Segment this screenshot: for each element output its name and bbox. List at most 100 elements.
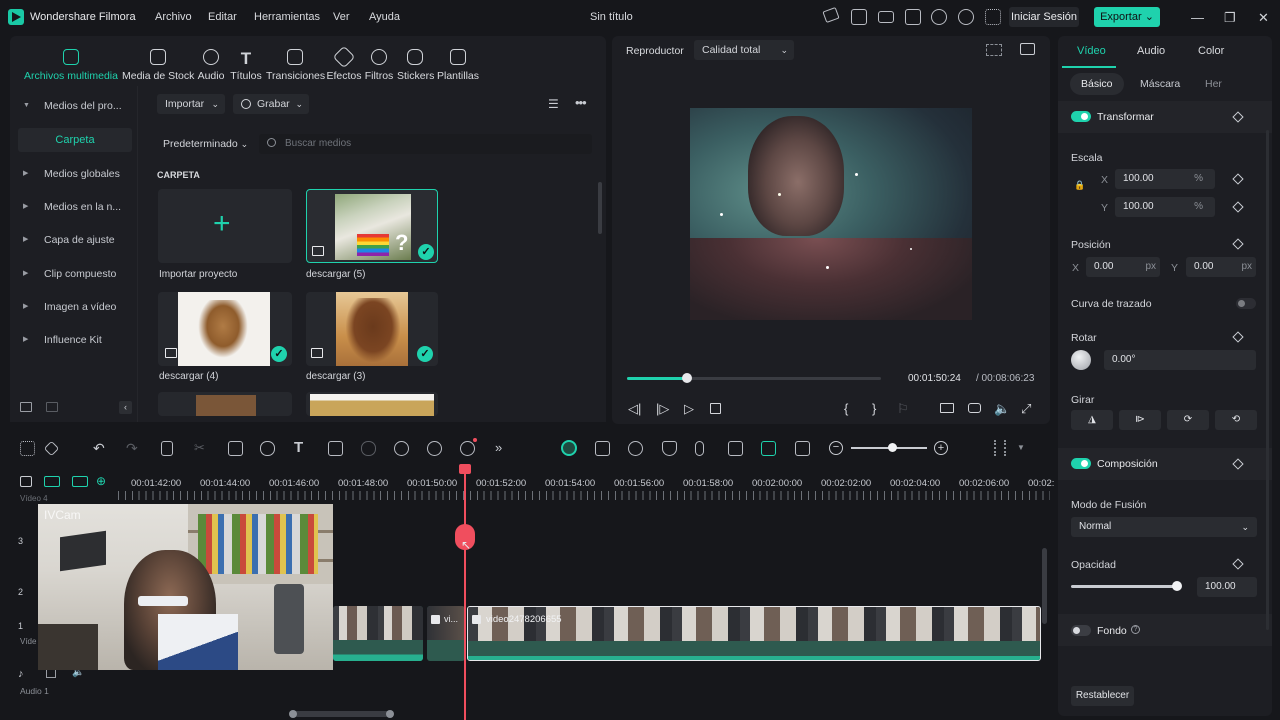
tab-audio[interactable]: Audio xyxy=(196,36,226,86)
filter-list-icon[interactable]: ☰ xyxy=(548,97,559,111)
sort-dropdown[interactable]: Predeterminado ⌄ xyxy=(157,134,251,154)
more-tools-icon[interactable]: » xyxy=(495,440,502,455)
media-tile-descargar-3[interactable]: ✓ xyxy=(306,292,438,366)
import-project-tile[interactable]: + xyxy=(158,189,292,263)
crop-icon[interactable] xyxy=(228,441,243,456)
sign-in-button[interactable]: Iniciar Sesión xyxy=(1009,7,1079,27)
cut-icon[interactable]: ✂ xyxy=(194,440,205,456)
rotate-input[interactable]: 0.00° xyxy=(1104,350,1256,370)
timeline-clip-selected[interactable]: video2478206655 xyxy=(467,606,1041,661)
marker-icon[interactable]: ⚐ xyxy=(897,401,909,417)
snap-icon[interactable] xyxy=(761,441,776,456)
add-track-icon[interactable] xyxy=(20,476,32,487)
save-icon[interactable] xyxy=(905,9,921,25)
menu-ver[interactable]: Ver xyxy=(333,11,350,23)
folder-icon[interactable] xyxy=(46,402,58,412)
flip-vertical-button[interactable]: ⧐ xyxy=(1119,410,1161,430)
close-icon[interactable]: ✕ xyxy=(1258,10,1269,26)
fullscreen-icon[interactable]: ⤢ xyxy=(1021,401,1031,417)
display-icon[interactable] xyxy=(940,403,954,413)
speed-icon[interactable] xyxy=(260,441,275,456)
tab-color[interactable]: Color xyxy=(1198,45,1224,57)
replace-clip-icon[interactable] xyxy=(595,441,610,456)
undo-icon[interactable]: ↶ xyxy=(93,440,105,457)
stop-icon[interactable] xyxy=(710,403,721,414)
tab-plantillas[interactable]: Plantillas xyxy=(437,36,479,86)
timeline-vertical-scrollbar[interactable] xyxy=(1042,548,1047,624)
delete-icon[interactable] xyxy=(161,441,173,456)
grid-view-icon[interactable] xyxy=(986,44,1002,56)
menu-editar[interactable]: Editar xyxy=(208,11,237,23)
color-match-icon[interactable] xyxy=(427,441,442,456)
more-options-icon[interactable]: ••• xyxy=(575,95,587,110)
camera-snapshot-icon[interactable] xyxy=(968,403,981,413)
playhead-line[interactable] xyxy=(464,470,466,720)
zoom-slider-knob[interactable] xyxy=(888,443,897,452)
text-tool-icon[interactable]: T xyxy=(294,439,303,456)
composition-toggle[interactable] xyxy=(1071,458,1091,469)
smart-tool-icon[interactable] xyxy=(460,441,475,456)
audio-mix-icon[interactable] xyxy=(728,441,743,456)
apps-grid-icon[interactable] xyxy=(985,9,1001,25)
scale-x-input[interactable]: 100.00% xyxy=(1115,169,1215,189)
shield-icon[interactable] xyxy=(662,441,677,456)
menu-herramientas[interactable]: Herramientas xyxy=(254,11,320,23)
sidebar-item-adjustment-layer[interactable]: ▶ Capa de ajuste xyxy=(10,228,138,252)
export-button[interactable]: Exportar ⌄ xyxy=(1094,7,1160,27)
new-folder-icon[interactable] xyxy=(20,402,32,412)
scrollbar-handle-right[interactable] xyxy=(386,710,394,718)
timeline-clip[interactable] xyxy=(333,606,423,661)
link-icon[interactable] xyxy=(44,476,60,487)
sidebar-item-global-media[interactable]: ▶ Medios globales xyxy=(10,162,138,186)
tab-transiciones[interactable]: Transiciones xyxy=(266,36,325,86)
subtab-basico[interactable]: Básico xyxy=(1070,73,1124,95)
rotate-dial[interactable] xyxy=(1071,350,1091,370)
mark-in-icon[interactable]: { xyxy=(844,401,848,416)
playhead-handle[interactable] xyxy=(459,464,471,474)
flip-horizontal-button[interactable]: ◮ xyxy=(1071,410,1113,430)
scale-y-input[interactable]: 100.00% xyxy=(1115,197,1215,217)
help-icon[interactable]: ? xyxy=(1131,625,1140,634)
position-x-input[interactable]: 0.00 px xyxy=(1086,257,1160,277)
mark-out-icon[interactable]: } xyxy=(872,401,876,416)
opacity-input[interactable]: 100.00 xyxy=(1197,577,1257,597)
auto-highlight-icon[interactable] xyxy=(561,440,577,456)
sidebar-item-image-to-video[interactable]: ▶ Imagen a vídeo xyxy=(10,295,138,319)
sidebar-item-project-media[interactable]: ▼ Medios del pro... xyxy=(10,94,138,118)
chevron-down-icon[interactable]: ▼ xyxy=(1017,443,1025,452)
import-button[interactable]: Importar ⌄ xyxy=(157,94,225,114)
media-tile-partial[interactable] xyxy=(158,392,292,416)
opacity-slider-track[interactable] xyxy=(1071,585,1177,588)
rotate-right-button[interactable]: ⟳ xyxy=(1167,410,1209,430)
media-tile-descargar-4[interactable]: ✓ xyxy=(158,292,292,366)
sidebar-item-influence-kit[interactable]: ▶ Influence Kit xyxy=(10,328,138,352)
template-icon[interactable] xyxy=(851,9,867,25)
media-tile-descargar-5[interactable]: ? ✓ xyxy=(306,189,438,263)
quality-dropdown[interactable]: Calidad total ⌄ xyxy=(694,40,794,60)
zoom-out-icon[interactable]: − xyxy=(829,441,843,455)
layout-grid-icon[interactable] xyxy=(20,441,35,456)
tab-video[interactable]: Vídeo xyxy=(1077,45,1106,57)
render-icon[interactable] xyxy=(628,441,643,456)
media-scrollbar[interactable] xyxy=(598,182,602,234)
cloud-icon[interactable] xyxy=(931,9,947,25)
tab-efectos[interactable]: Efectos xyxy=(326,36,362,86)
playback-progress-knob[interactable] xyxy=(681,373,692,383)
lock-track-icon[interactable] xyxy=(46,669,56,678)
transform-toggle[interactable] xyxy=(1071,111,1091,122)
collapse-sidebar-icon[interactable]: ‹ xyxy=(119,401,132,414)
record-button[interactable]: Grabar ⌄ xyxy=(233,94,309,114)
ripple-icon[interactable]: ⊕ xyxy=(96,474,106,488)
ai-tool-icon[interactable] xyxy=(361,441,376,456)
headset-icon[interactable] xyxy=(958,9,974,25)
opacity-slider-knob[interactable] xyxy=(1172,581,1182,591)
redo-icon[interactable]: ↷ xyxy=(126,440,138,457)
play-icon[interactable]: ▷ xyxy=(684,401,694,417)
properties-scrollbar[interactable] xyxy=(1266,130,1269,630)
path-curve-toggle[interactable] xyxy=(1236,298,1256,309)
fit-timeline-icon[interactable] xyxy=(795,441,810,456)
search-input[interactable]: Buscar medios xyxy=(259,134,592,154)
tab-media-de-stock[interactable]: Media de Stock xyxy=(122,36,194,86)
media-tile-partial[interactable] xyxy=(306,392,438,416)
snapshot-image-icon[interactable] xyxy=(1020,43,1035,55)
